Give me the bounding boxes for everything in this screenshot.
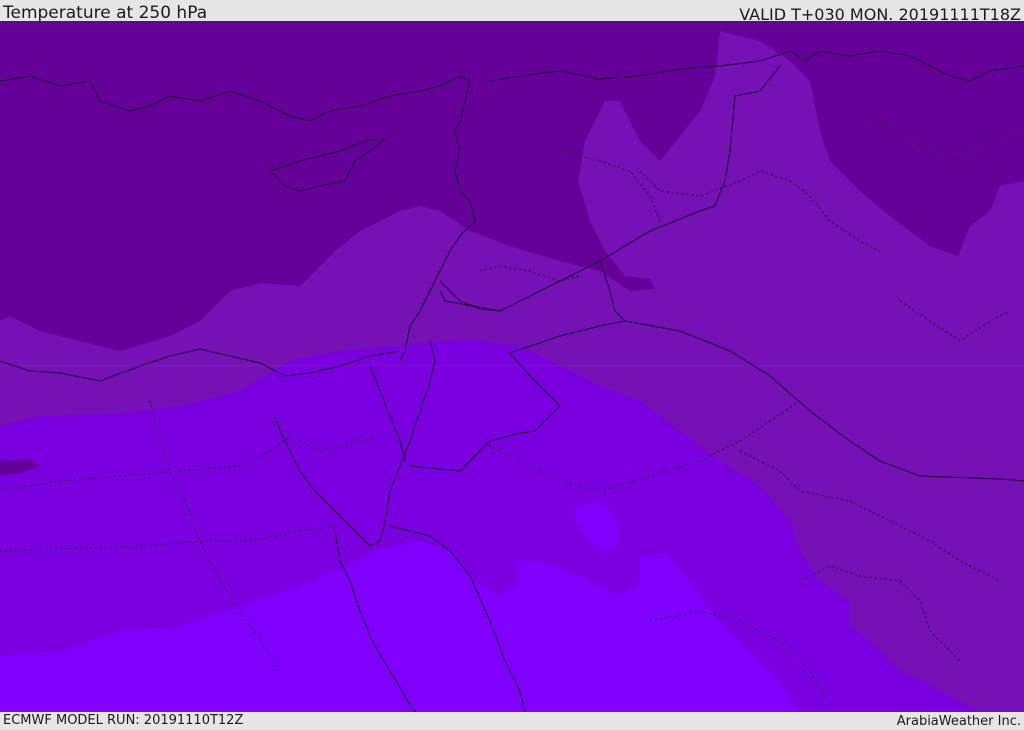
header-bar: Temperature at 250 hPa VALID T+030 MON. … — [0, 0, 1024, 24]
temperature-map-svg — [0, 21, 1024, 712]
model-run-label: ECMWF MODEL RUN: 20191110T12Z — [3, 713, 244, 728]
footer-bar: ECMWF MODEL RUN: 20191110T12Z ArabiaWeat… — [0, 712, 1024, 729]
weather-map[interactable] — [0, 21, 1024, 712]
credit-label: ArabiaWeather Inc. — [896, 714, 1021, 729]
